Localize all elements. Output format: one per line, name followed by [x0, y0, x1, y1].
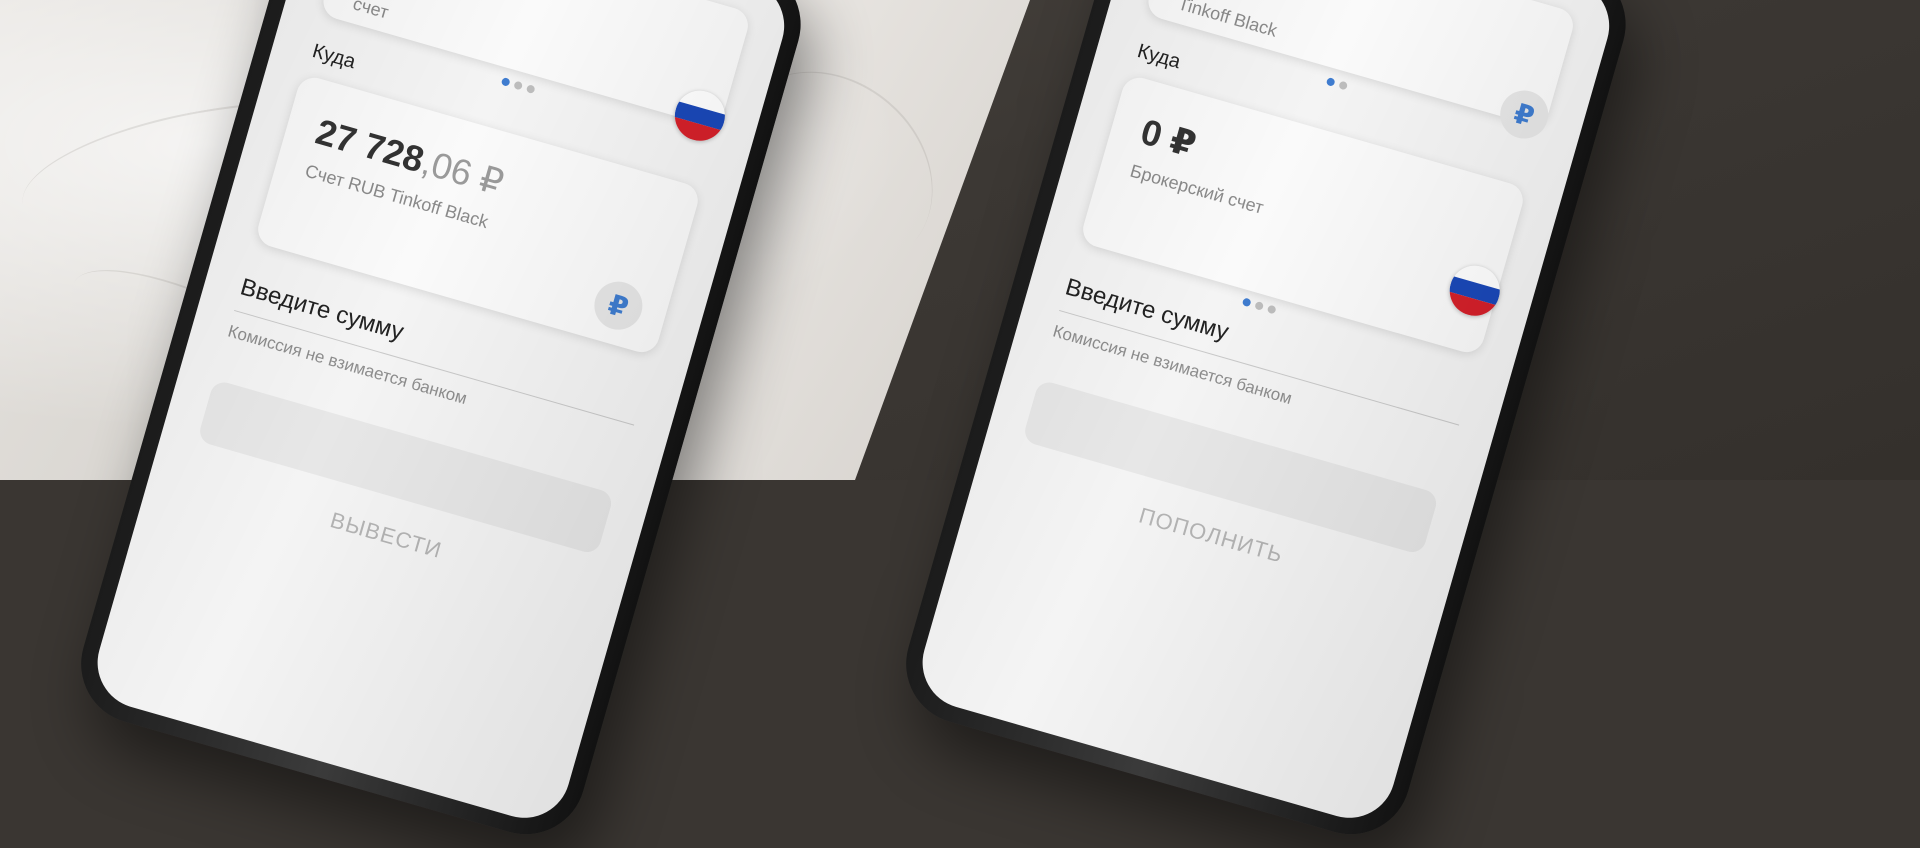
ruble-icon: ₽	[588, 275, 649, 336]
carousel-dots-top	[1325, 76, 1349, 91]
target-account-name: Брокерский счет	[1127, 160, 1266, 218]
carousel-dot	[1266, 304, 1277, 315]
carousel-dots-bottom	[1241, 297, 1277, 315]
carousel-dot	[513, 80, 524, 91]
carousel-dot	[1338, 80, 1349, 91]
section-label-kuda: Куда	[309, 39, 358, 74]
source-account-subtitle: счет	[350, 0, 391, 23]
target-account-balance: 0 ₽	[1136, 110, 1201, 166]
carousel-dots-top	[500, 76, 536, 95]
carousel-dot	[500, 76, 511, 87]
carousel-dot	[1254, 300, 1265, 311]
source-account-subtitle: Tinkoff Black	[1175, 0, 1280, 41]
carousel-dot	[1325, 76, 1336, 87]
carousel-dot	[525, 84, 536, 95]
balance-decimal: ,06 ₽	[417, 140, 509, 204]
carousel-dot	[1241, 297, 1252, 308]
section-label-kuda: Куда	[1134, 39, 1183, 74]
